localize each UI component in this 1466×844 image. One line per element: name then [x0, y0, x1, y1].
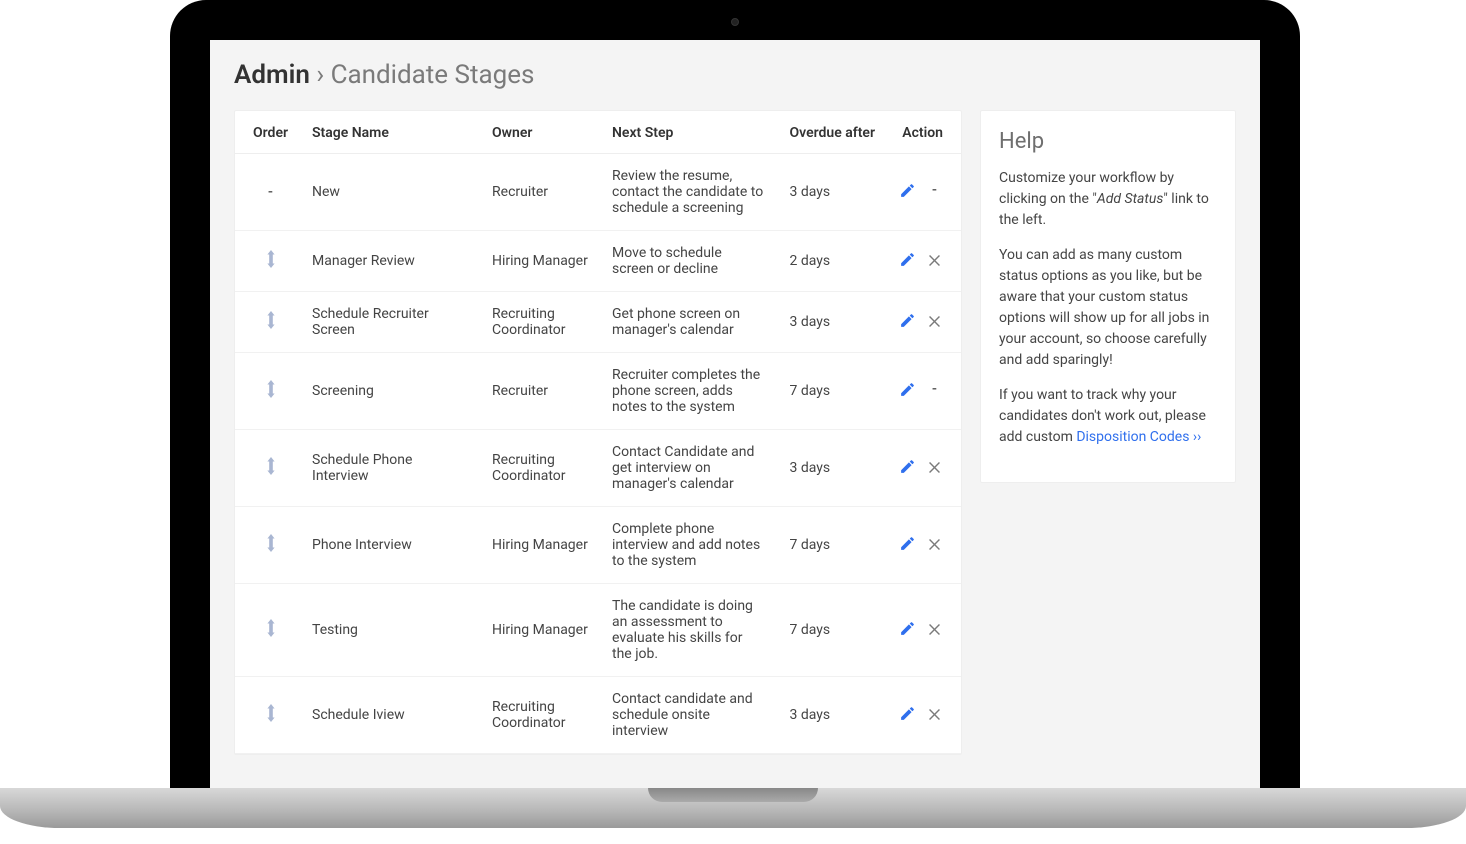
th-order: Order	[235, 111, 300, 154]
cell-next-step: Contact Candidate and get interview on m…	[600, 430, 777, 507]
cell-next-step: The candidate is doing an assessment to …	[600, 584, 777, 677]
th-stage-name: Stage Name	[300, 111, 480, 154]
cell-overdue-after: 3 days	[778, 292, 888, 353]
cell-overdue-after: 7 days	[778, 507, 888, 584]
cell-stage-name: Manager Review	[300, 231, 480, 292]
cell-next-step: Review the resume, contact the candidate…	[600, 154, 777, 231]
delete-icon[interactable]	[926, 620, 943, 637]
cell-stage-name: Schedule Recruiter Screen	[300, 292, 480, 353]
cell-owner: Hiring Manager	[480, 231, 600, 292]
edit-icon[interactable]	[899, 535, 916, 552]
page-content: Admin › Candidate Stages Order Stage Nam…	[210, 40, 1260, 788]
drag-handle-icon[interactable]	[264, 704, 278, 726]
stages-table: Order Stage Name Owner Next Step Overdue…	[235, 111, 961, 754]
delete-icon[interactable]	[926, 312, 943, 329]
help-title: Help	[999, 129, 1217, 154]
help-panel: Help Customize your workflow by clicking…	[980, 110, 1236, 483]
delete-icon[interactable]	[926, 535, 943, 552]
table-row: Manager ReviewHiring ManagerMove to sche…	[235, 231, 961, 292]
no-delete-indicator: -	[926, 182, 943, 198]
edit-icon[interactable]	[899, 458, 916, 475]
cell-next-step: Move to schedule screen or decline	[600, 231, 777, 292]
th-overdue-after: Overdue after	[778, 111, 888, 154]
drag-handle-icon[interactable]	[264, 534, 278, 556]
edit-icon[interactable]	[899, 251, 916, 268]
cell-stage-name: Schedule Phone Interview	[300, 430, 480, 507]
cell-overdue-after: 3 days	[778, 430, 888, 507]
delete-icon[interactable]	[926, 705, 943, 722]
table-row: Schedule Recruiter ScreenRecruiting Coor…	[235, 292, 961, 353]
laptop-notch	[648, 788, 818, 802]
disposition-codes-link[interactable]: Disposition Codes ››	[1076, 429, 1201, 445]
help-add-status-em: Add Status	[1097, 191, 1163, 207]
delete-icon[interactable]	[926, 458, 943, 475]
help-paragraph-1: Customize your workflow by clicking on t…	[999, 168, 1217, 231]
help-paragraph-3: If you want to track why your candidates…	[999, 385, 1217, 448]
th-action: Action	[887, 111, 961, 154]
cell-next-step: Get phone screen on manager's calendar	[600, 292, 777, 353]
stages-panel: Order Stage Name Owner Next Step Overdue…	[234, 110, 962, 755]
breadcrumb-root[interactable]: Admin	[234, 60, 310, 90]
th-owner: Owner	[480, 111, 600, 154]
cell-overdue-after: 7 days	[778, 584, 888, 677]
laptop-base	[0, 788, 1466, 828]
table-row: Schedule IviewRecruiting CoordinatorCont…	[235, 677, 961, 754]
camera-dot	[731, 18, 739, 26]
drag-handle-icon[interactable]	[264, 311, 278, 333]
cell-owner: Recruiting Coordinator	[480, 430, 600, 507]
edit-icon[interactable]	[899, 381, 916, 398]
edit-icon[interactable]	[899, 705, 916, 722]
breadcrumb-separator: ›	[316, 60, 324, 90]
cell-owner: Recruiter	[480, 154, 600, 231]
cell-stage-name: Testing	[300, 584, 480, 677]
table-row: ScreeningRecruiterRecruiter completes th…	[235, 353, 961, 430]
cell-overdue-after: 3 days	[778, 677, 888, 754]
cell-stage-name: Screening	[300, 353, 480, 430]
cell-overdue-after: 7 days	[778, 353, 888, 430]
drag-handle-icon[interactable]	[264, 457, 278, 479]
table-row: Schedule Phone InterviewRecruiting Coord…	[235, 430, 961, 507]
delete-icon[interactable]	[926, 251, 943, 268]
cell-next-step: Complete phone interview and add notes t…	[600, 507, 777, 584]
cell-owner: Recruiting Coordinator	[480, 292, 600, 353]
cell-next-step: Contact candidate and schedule onsite in…	[600, 677, 777, 754]
no-drag-indicator: -	[262, 184, 279, 200]
cell-owner: Recruiter	[480, 353, 600, 430]
breadcrumb: Admin › Candidate Stages	[234, 60, 1236, 90]
edit-icon[interactable]	[899, 312, 916, 329]
screen: Admin › Candidate Stages Order Stage Nam…	[210, 40, 1260, 788]
cell-overdue-after: 3 days	[778, 154, 888, 231]
cell-owner: Hiring Manager	[480, 584, 600, 677]
drag-handle-icon[interactable]	[264, 619, 278, 641]
cell-next-step: Recruiter completes the phone screen, ad…	[600, 353, 777, 430]
cell-overdue-after: 2 days	[778, 231, 888, 292]
drag-handle-icon[interactable]	[264, 380, 278, 402]
table-row: TestingHiring ManagerThe candidate is do…	[235, 584, 961, 677]
table-row: - NewRecruiterReview the resume, contact …	[235, 154, 961, 231]
cell-owner: Recruiting Coordinator	[480, 677, 600, 754]
laptop-frame: Admin › Candidate Stages Order Stage Nam…	[170, 0, 1300, 788]
edit-icon[interactable]	[899, 182, 916, 199]
breadcrumb-current: Candidate Stages	[331, 60, 535, 90]
cell-stage-name: Schedule Iview	[300, 677, 480, 754]
table-row: Phone InterviewHiring ManagerComplete ph…	[235, 507, 961, 584]
cell-stage-name: Phone Interview	[300, 507, 480, 584]
th-next-step: Next Step	[600, 111, 777, 154]
cell-owner: Hiring Manager	[480, 507, 600, 584]
no-delete-indicator: -	[926, 381, 943, 397]
drag-handle-icon[interactable]	[264, 250, 278, 272]
cell-stage-name: New	[300, 154, 480, 231]
help-paragraph-2: You can add as many custom status option…	[999, 245, 1217, 371]
edit-icon[interactable]	[899, 620, 916, 637]
